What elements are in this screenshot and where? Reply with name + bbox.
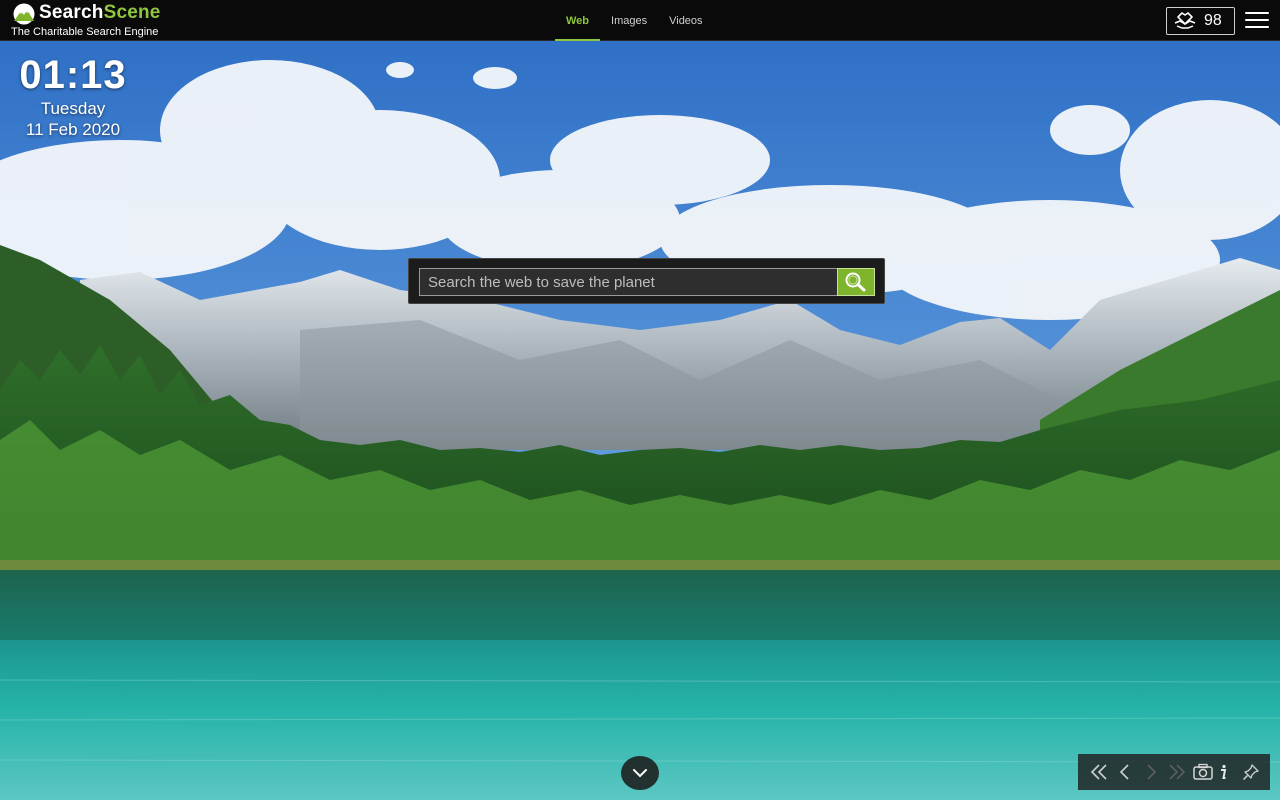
hamburger-menu-icon[interactable] (1245, 12, 1269, 30)
pin-icon (1242, 764, 1259, 781)
clock-widget: 01:13 Tuesday 11 Feb 2020 (8, 52, 138, 141)
hand-heart-icon (1174, 12, 1196, 29)
previous-background-button[interactable] (1112, 758, 1138, 786)
search-input[interactable] (419, 268, 837, 296)
background-info-button[interactable] (1216, 758, 1230, 786)
brand-name-part2: Scene (103, 2, 161, 23)
last-background-button[interactable] (1164, 758, 1190, 786)
first-background-button[interactable] (1086, 758, 1112, 786)
brand-name: SearchScene (39, 2, 161, 24)
camera-icon (1193, 763, 1213, 780)
mountain-logo-icon (13, 3, 35, 25)
search-panel (408, 258, 885, 304)
donation-count: 98 (1204, 12, 1222, 29)
double-chevron-right-icon (1169, 764, 1186, 780)
chevron-left-icon (1119, 764, 1129, 780)
background-landscape (0, 0, 1280, 800)
clock-date: 11 Feb 2020 (25, 120, 121, 139)
pin-background-button[interactable] (1238, 758, 1264, 786)
double-chevron-left-icon (1090, 764, 1107, 780)
brand-name-part1: Search (39, 2, 104, 23)
chevron-right-icon (1147, 764, 1157, 780)
brand-tagline: The Charitable Search Engine (11, 26, 159, 38)
searchscene-logo[interactable]: SearchScene The Charitable Search Engine (10, 2, 200, 38)
tab-videos[interactable]: Videos (658, 0, 713, 41)
chevron-down-icon (633, 769, 647, 777)
clock-time: 01:13 (19, 53, 127, 97)
background-controls (1078, 754, 1270, 790)
next-background-button[interactable] (1138, 758, 1164, 786)
top-bar: SearchScene The Charitable Search Engine… (0, 0, 1280, 41)
tab-images[interactable]: Images (600, 0, 658, 41)
tab-web[interactable]: Web (555, 0, 601, 41)
scroll-down-button[interactable] (621, 756, 659, 790)
search-button[interactable] (837, 268, 875, 296)
donation-counter-button[interactable]: 98 (1166, 7, 1235, 35)
background-photo-button[interactable] (1190, 758, 1216, 786)
search-type-tabs: Web Images Videos (555, 0, 714, 41)
search-icon (845, 272, 866, 292)
clock-day: Tuesday (40, 99, 106, 118)
info-icon (1221, 764, 1227, 779)
